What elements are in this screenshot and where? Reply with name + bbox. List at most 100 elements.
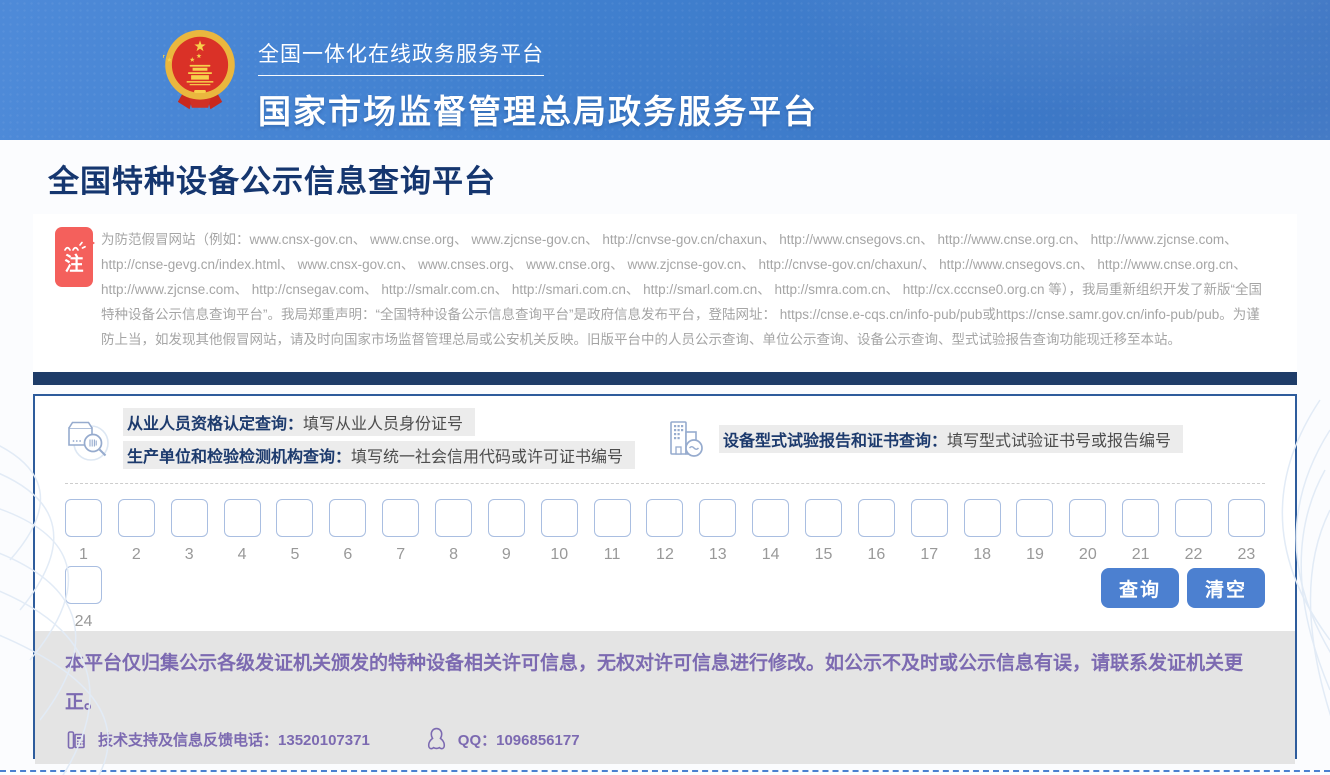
code-cell-number: 11 <box>604 546 621 564</box>
code-input-22[interactable] <box>1175 499 1212 537</box>
building-search-icon <box>663 417 707 461</box>
divider-bar <box>33 372 1297 385</box>
code-cell: 10 <box>541 499 578 564</box>
note-badge-icon: 注 <box>55 227 93 287</box>
code-cells-row2: 24 查询 清空 <box>65 566 1265 631</box>
code-cell: 7 <box>382 499 419 564</box>
hint-group-right: 设备型式试验报告和证书查询：填写型式试验证书号或报告编号 <box>663 417 1183 461</box>
code-cell: 5 <box>276 499 313 564</box>
code-cell-number: 23 <box>1238 546 1256 564</box>
contact-row: 技术支持及信息反馈电话：13520107371 QQ：1096856177 <box>65 727 1255 752</box>
hint-personnel-value: 填写从业人员身份证号 <box>303 416 463 433</box>
code-cell-number: 7 <box>396 546 405 564</box>
disclaimer-section: 本平台仅归集公示各级发证机关颁发的特种设备相关许可信息，无权对许可信息进行修改。… <box>35 631 1295 764</box>
code-cell: 12 <box>646 499 683 564</box>
code-cell-number: 15 <box>815 546 833 564</box>
hint-personnel-label: 从业人员资格认定查询： <box>127 416 303 433</box>
code-cell: 1 <box>65 499 102 564</box>
code-input-19[interactable] <box>1016 499 1053 537</box>
code-cell-number: 1 <box>79 546 88 564</box>
code-cell-number: 21 <box>1132 546 1150 564</box>
code-cell-number: 12 <box>656 546 674 564</box>
phone-number: 13520107371 <box>278 732 370 749</box>
code-cell: 2 <box>118 499 155 564</box>
hint-type-test-query: 设备型式试验报告和证书查询：填写型式试验证书号或报告编号 <box>719 425 1183 453</box>
code-cell-number: 16 <box>867 546 885 564</box>
hint-type-test-label: 设备型式试验报告和证书查询： <box>723 433 947 450</box>
code-input-6[interactable] <box>329 499 366 537</box>
code-input-3[interactable] <box>171 499 208 537</box>
code-cell-number: 14 <box>762 546 780 564</box>
action-buttons: 查询 清空 <box>1101 568 1265 608</box>
clear-button[interactable]: 清空 <box>1187 568 1265 608</box>
code-input-9[interactable] <box>488 499 525 537</box>
platform-tag: 全国一体化在线政务服务平台 <box>258 38 544 76</box>
code-input-2[interactable] <box>118 499 155 537</box>
site-header: 全国一体化在线政务服务平台 国家市场监督管理总局政务服务平台 <box>0 0 1330 140</box>
search-button[interactable]: 查询 <box>1101 568 1179 608</box>
code-cell: 22 <box>1175 499 1212 564</box>
code-input-7[interactable] <box>382 499 419 537</box>
code-input-4[interactable] <box>224 499 261 537</box>
notice-box: 注 为防范假冒网站（例如：www.cnsx-gov.cn、 www.cnse.o… <box>33 214 1297 372</box>
hint-unit-label: 生产单位和检验检测机构查询： <box>127 449 351 466</box>
code-cell: 13 <box>699 499 736 564</box>
hint-personnel-query: 从业人员资格认定查询：填写从业人员身份证号 <box>123 408 475 436</box>
national-emblem-icon <box>163 26 237 114</box>
disclaimer-text: 本平台仅归集公示各级发证机关颁发的特种设备相关许可信息，无权对许可信息进行修改。… <box>65 644 1255 722</box>
query-hints-row: 从业人员资格认定查询：填写从业人员身份证号 生产单位和检验检测机构查询：填写统一… <box>35 396 1295 473</box>
hint-type-test-value: 填写型式试验证书号或报告编号 <box>947 433 1171 450</box>
hint-group-left: 从业人员资格认定查询：填写从业人员身份证号 生产单位和检验检测机构查询：填写统一… <box>65 408 635 469</box>
code-input-17[interactable] <box>911 499 948 537</box>
code-cell-number: 3 <box>185 546 194 564</box>
code-cell: 11 <box>594 499 631 564</box>
qq-contact: QQ：1096856177 <box>426 727 580 752</box>
hint-unit-value: 填写统一社会信用代码或许可证书编号 <box>351 449 623 466</box>
qq-label: QQ： <box>458 732 496 749</box>
code-cell: 3 <box>171 499 208 564</box>
page-title: 全国特种设备公示信息查询平台 <box>48 156 1330 201</box>
code-input-23[interactable] <box>1228 499 1265 537</box>
code-cell-number: 6 <box>343 546 352 564</box>
code-cell: 24 <box>65 566 102 631</box>
code-cell: 23 <box>1228 499 1265 564</box>
code-cell: 6 <box>329 499 366 564</box>
bottom-dashed-divider <box>0 770 1330 772</box>
site-title: 国家市场监督管理总局政务服务平台 <box>258 85 818 133</box>
phone-contact: 技术支持及信息反馈电话：13520107371 <box>65 729 370 751</box>
code-cell: 21 <box>1122 499 1159 564</box>
code-cell-number: 10 <box>550 546 568 564</box>
code-input-11[interactable] <box>594 499 631 537</box>
page: 全国一体化在线政务服务平台 国家市场监督管理总局政务服务平台 全国特种设备公示信… <box>0 0 1330 775</box>
code-cell: 18 <box>964 499 1001 564</box>
query-panel: 从业人员资格认定查询：填写从业人员身份证号 生产单位和检验检测机构查询：填写统一… <box>33 394 1297 759</box>
code-input-16[interactable] <box>858 499 895 537</box>
code-input-10[interactable] <box>541 499 578 537</box>
anti-fake-notice-text: 为防范假冒网站（例如：www.cnsx-gov.cn、 www.cnse.org… <box>101 227 1271 352</box>
code-cell-number: 17 <box>920 546 938 564</box>
code-input-8[interactable] <box>435 499 472 537</box>
code-input-21[interactable] <box>1122 499 1159 537</box>
code-cell: 9 <box>488 499 525 564</box>
code-cell-number: 18 <box>973 546 991 564</box>
code-cell: 15 <box>805 499 842 564</box>
code-input-1[interactable] <box>65 499 102 537</box>
code-cell-number: 24 <box>75 613 93 631</box>
code-input-20[interactable] <box>1069 499 1106 537</box>
code-input-12[interactable] <box>646 499 683 537</box>
code-input-15[interactable] <box>805 499 842 537</box>
box-magnifier-icon <box>65 415 111 463</box>
code-input-13[interactable] <box>699 499 736 537</box>
code-input-18[interactable] <box>964 499 1001 537</box>
code-input-5[interactable] <box>276 499 313 537</box>
code-cell: 14 <box>752 499 789 564</box>
code-cell: 20 <box>1069 499 1106 564</box>
hint-unit-query: 生产单位和检验检测机构查询：填写统一社会信用代码或许可证书编号 <box>123 441 635 469</box>
code-cell-number: 4 <box>238 546 247 564</box>
code-cells-row1: 1234567891011121314151617181920212223 <box>65 499 1265 564</box>
code-cell-number: 13 <box>709 546 727 564</box>
code-cell: 16 <box>858 499 895 564</box>
code-input-14[interactable] <box>752 499 789 537</box>
code-input-24[interactable] <box>65 566 102 604</box>
phone-icon <box>65 729 87 751</box>
